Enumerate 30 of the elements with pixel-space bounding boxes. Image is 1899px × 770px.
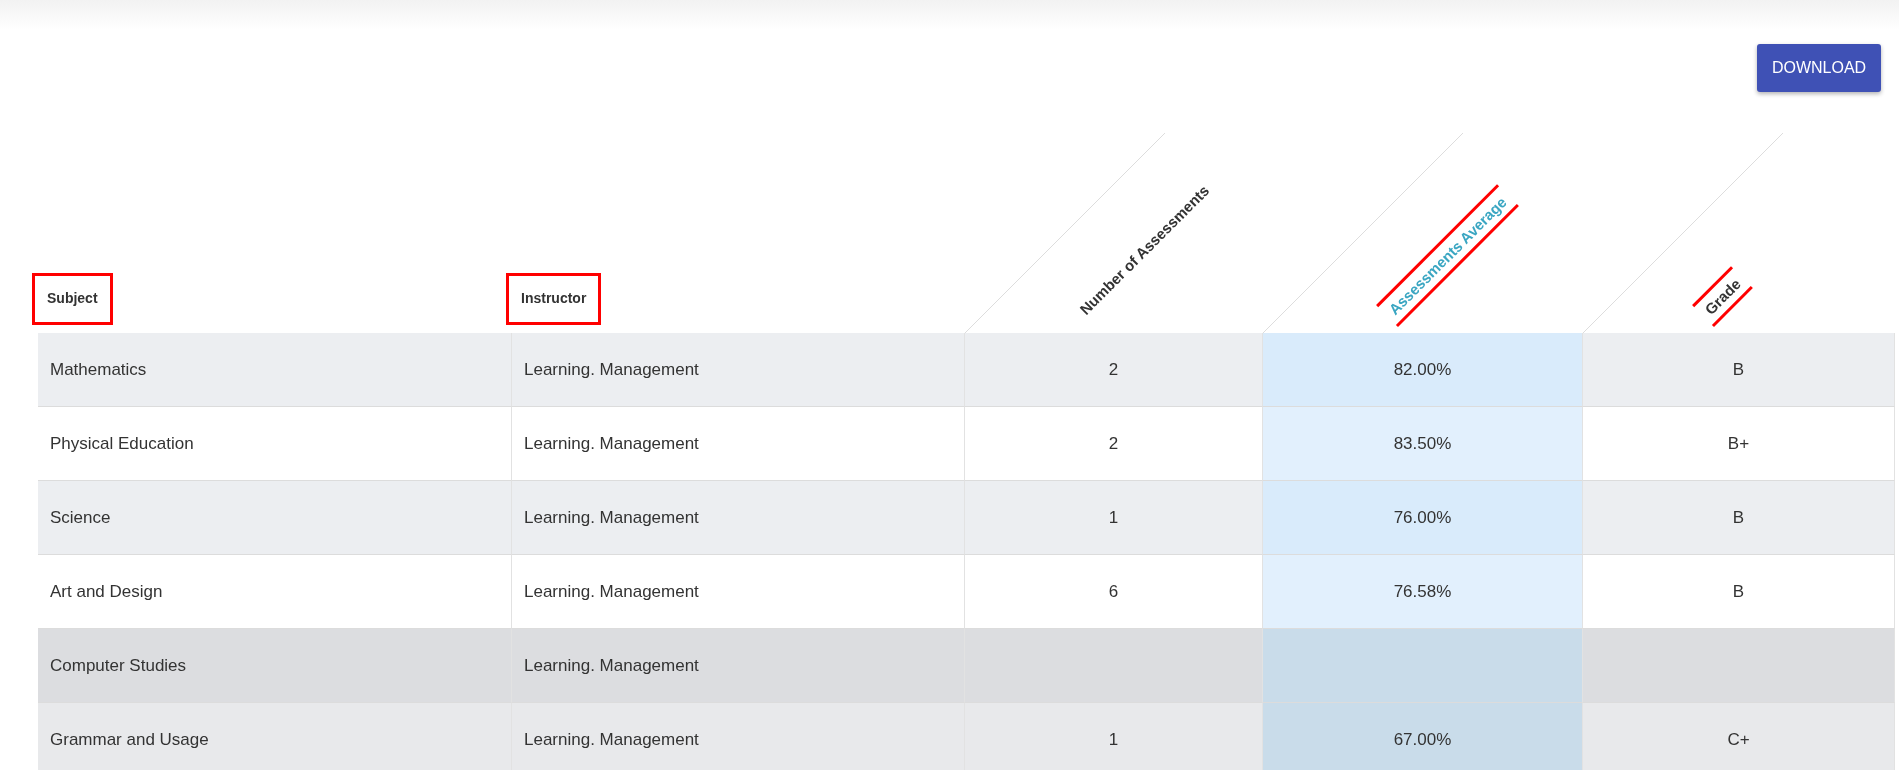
table-cell: 2 xyxy=(965,333,1263,407)
table-cell: Learning. Management xyxy=(512,629,965,703)
table-cell: Learning. Management xyxy=(512,333,965,407)
table-cell: B xyxy=(1583,333,1895,407)
table-cell: B+ xyxy=(1583,407,1895,481)
table-cell: 1 xyxy=(965,703,1263,770)
table-cell: B xyxy=(1583,481,1895,555)
table-cell: 76.58% xyxy=(1263,555,1583,629)
table-cell: Grammar and Usage xyxy=(38,703,512,770)
table-cell: 1 xyxy=(965,481,1263,555)
table-cell: Art and Design xyxy=(38,555,512,629)
table-cell: Learning. Management xyxy=(512,407,965,481)
table-cell: Learning. Management xyxy=(512,555,965,629)
table-cell: Learning. Management xyxy=(512,703,965,770)
table-cell: C+ xyxy=(1583,703,1895,770)
table-cell: 2 xyxy=(965,407,1263,481)
table-cell: 76.00% xyxy=(1263,481,1583,555)
column-header[interactable]: Instructor xyxy=(506,273,602,325)
download-button[interactable]: DOWNLOAD xyxy=(1757,44,1881,92)
column-header[interactable]: Subject xyxy=(32,273,113,325)
table-cell: 6 xyxy=(965,555,1263,629)
table-cell: Computer Studies xyxy=(38,629,512,703)
table-cell: 82.00% xyxy=(1263,333,1583,407)
table-cell: B xyxy=(1583,555,1895,629)
table-cell: Mathematics xyxy=(38,333,512,407)
table-cell: Physical Education xyxy=(38,407,512,481)
table-cell: Science xyxy=(38,481,512,555)
table-cell: 83.50% xyxy=(1263,407,1583,481)
table-cell: 67.00% xyxy=(1263,703,1583,770)
table-cell: Learning. Management xyxy=(512,481,965,555)
